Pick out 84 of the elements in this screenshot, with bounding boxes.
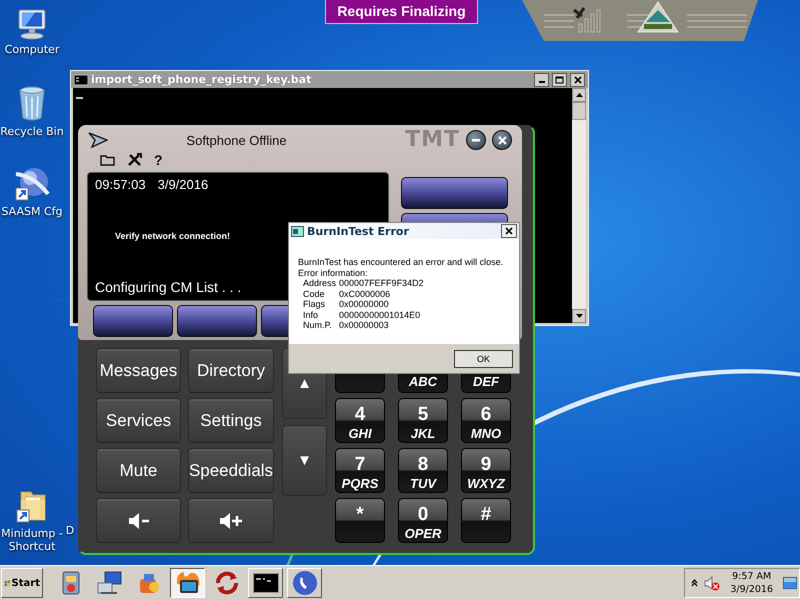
dial-key[interactable]: *	[335, 498, 385, 543]
minimize-button[interactable]	[466, 130, 486, 150]
function-key[interactable]: Mute	[96, 448, 181, 493]
close-button[interactable]	[570, 72, 585, 86]
scroll-down-icon[interactable]	[576, 314, 582, 318]
field-value: 00000000001014E0	[339, 310, 422, 320]
desktop-icon-label[interactable]: SAASM Cfg	[1, 205, 63, 218]
soft-key[interactable]	[177, 305, 257, 337]
app-icon	[291, 226, 304, 236]
dial-key[interactable]: #	[461, 498, 511, 543]
line-button[interactable]	[401, 177, 508, 209]
dial-key[interactable]: 4 GHI	[335, 398, 385, 443]
desktop-icon-label[interactable]: Computer	[4, 43, 60, 56]
field-label: Info	[303, 310, 320, 320]
field-label: Num.P.	[303, 320, 333, 330]
function-key[interactable]: Messages	[96, 348, 181, 393]
maximize-icon	[555, 76, 564, 84]
close-icon	[574, 76, 582, 84]
minimize-button[interactable]	[534, 72, 549, 86]
recycle-bin-icon	[18, 86, 46, 122]
scrollbar-thumb[interactable]	[572, 102, 586, 120]
close-button[interactable]	[492, 130, 512, 150]
chevron-up-icon[interactable]	[691, 579, 698, 587]
display-date: 3/9/2016	[158, 177, 208, 192]
field-value: 0x00000003	[339, 320, 390, 330]
dial-key[interactable]: 8 TUV	[398, 448, 448, 493]
field-label: Code	[303, 288, 326, 299]
console-icon	[74, 74, 88, 84]
close-icon	[505, 227, 513, 235]
error-message: BurnInTest has encountered an error and will close.	[298, 257, 504, 268]
speaker-muted-icon[interactable]	[704, 576, 720, 590]
dial-key[interactable]: 9 WXYZ	[461, 448, 511, 493]
window-title: import_soft_phone_registry_key.bat	[91, 73, 312, 86]
globe-shortcut-icon	[14, 166, 50, 202]
clock-time: 9:57 AM	[732, 570, 772, 583]
text-cursor	[76, 97, 83, 99]
volume-up-icon	[219, 512, 243, 528]
field-value: 0x00000000	[339, 299, 390, 310]
soft-key[interactable]	[93, 305, 173, 337]
dial-key[interactable]: 5 JKL	[398, 398, 448, 443]
window-title: Softphone Offline	[185, 132, 288, 148]
close-button[interactable]	[501, 224, 517, 238]
ok-button[interactable]: OK	[454, 350, 513, 368]
help-button[interactable]: ?	[154, 153, 163, 167]
close-icon	[498, 136, 506, 144]
dial-key[interactable]: 6 MNO	[461, 398, 511, 443]
field-label: Address	[303, 278, 336, 288]
desktop-icon-label[interactable]: Recycle Bin	[0, 125, 64, 138]
volume-down-icon	[128, 512, 150, 528]
scrollbar[interactable]	[572, 88, 586, 323]
navigation-key[interactable]: ▼	[282, 425, 327, 496]
desktop-icon-label[interactable]: D	[66, 524, 74, 537]
status-banner: Requires Finalizing	[325, 0, 478, 24]
dial-key[interactable]: 7 PQRS	[335, 448, 385, 493]
phone-handset-icon[interactable]	[287, 568, 322, 598]
logo: TMT	[405, 129, 460, 151]
burning-monitor-icon[interactable]	[170, 568, 205, 598]
folder-icon[interactable]	[100, 154, 115, 166]
scroll-up-icon[interactable]	[576, 93, 582, 97]
function-key[interactable]: Speeddials	[188, 448, 274, 493]
console-icon[interactable]	[248, 568, 283, 598]
arrow-icon	[88, 132, 108, 148]
start-button[interactable]: Start	[1, 568, 43, 598]
minimize-icon	[472, 138, 480, 142]
clock-date: 3/9/2016	[730, 583, 773, 596]
volume-down-button[interactable]	[96, 498, 181, 543]
volume-up-button[interactable]	[188, 498, 274, 543]
function-key[interactable]: Services	[96, 398, 181, 443]
tools-icon[interactable]	[127, 153, 142, 167]
field-label: Flags	[303, 299, 326, 310]
field-value: 0xC0000006	[339, 288, 392, 299]
dialog-title: BurnInTest Error	[307, 224, 410, 238]
minimize-icon	[538, 81, 544, 83]
dial-key[interactable]: 0 OPER	[398, 498, 448, 543]
maximize-button[interactable]	[552, 72, 567, 86]
function-key[interactable]: Settings	[188, 398, 274, 443]
function-key[interactable]: Directory	[188, 348, 274, 393]
show-desktop-icon[interactable]	[783, 577, 797, 589]
display-time: 09:57:03	[95, 177, 146, 192]
field-value: 000007FEFF9F34D2	[339, 278, 425, 288]
desktop-icon-label[interactable]: Minidump - Shortcut	[0, 527, 64, 553]
display-status: Configuring CM List . . .	[95, 279, 242, 295]
display-message: Verify network connection!	[115, 230, 230, 240]
error-info-heading: Error information:	[298, 268, 369, 278]
